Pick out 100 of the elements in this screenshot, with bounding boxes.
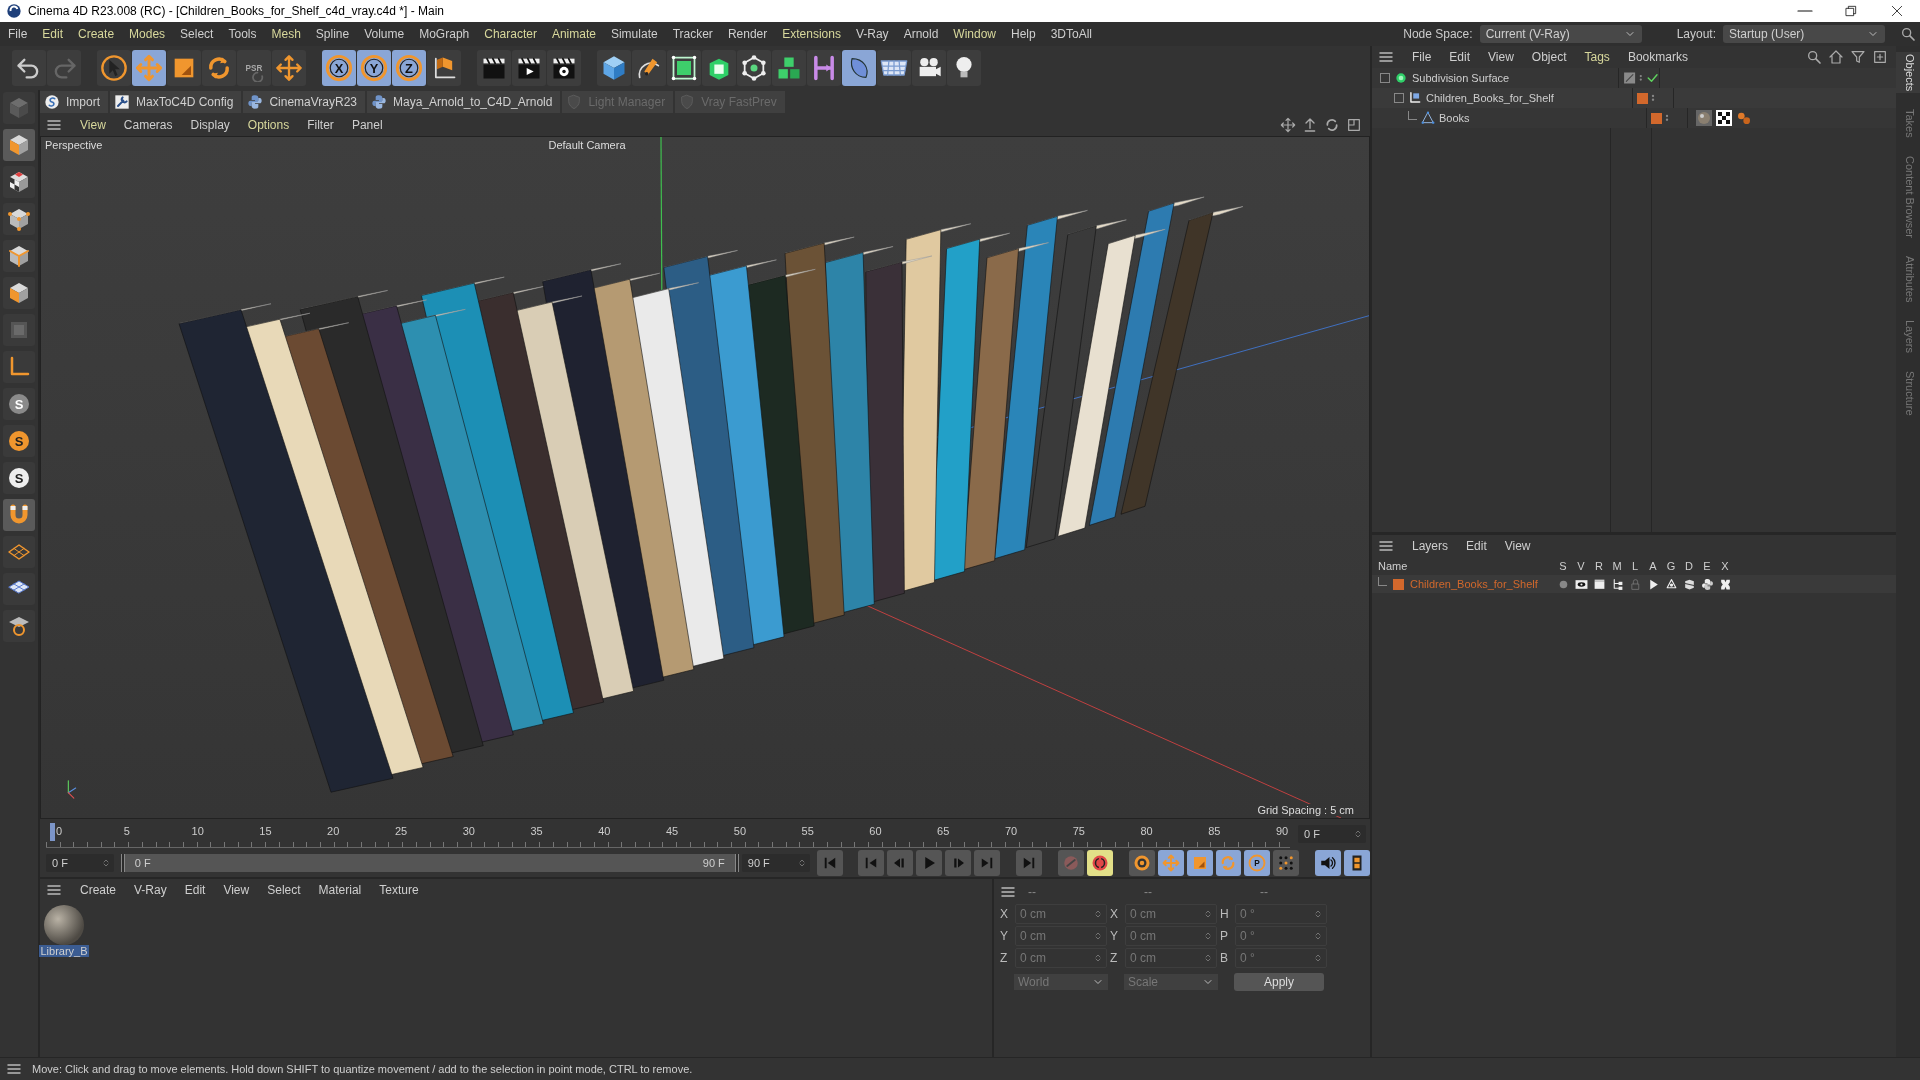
dots-button[interactable] — [1273, 850, 1300, 876]
rotate-button[interactable] — [202, 50, 236, 86]
end-frame-field[interactable]: 90 F — [741, 854, 810, 872]
new-window-icon[interactable] — [1872, 49, 1888, 65]
menu-icon[interactable] — [1378, 49, 1394, 65]
undo-button[interactable] — [12, 50, 46, 86]
cube-button[interactable] — [597, 50, 631, 86]
xref-icon[interactable] — [1718, 577, 1732, 591]
extrude-cube-button[interactable] — [702, 50, 736, 86]
pan-icon[interactable] — [1280, 117, 1296, 133]
keyset-button[interactable] — [1128, 850, 1155, 876]
playhead[interactable] — [50, 822, 55, 841]
workplane-button[interactable] — [3, 536, 35, 568]
material-menu-item[interactable]: Texture — [379, 883, 419, 897]
viewport-menu-item[interactable]: Options — [247, 118, 290, 132]
collapse-box[interactable] — [1394, 93, 1404, 103]
sound-button[interactable] — [1315, 850, 1342, 876]
next-key-button[interactable] — [974, 850, 1001, 876]
light-bulb-button[interactable] — [947, 50, 981, 86]
menu-item[interactable]: Tracker — [672, 27, 713, 41]
grid-snap-button[interactable] — [3, 610, 35, 642]
stacked-cubes-button[interactable] — [772, 50, 806, 86]
maximize-view-icon[interactable] — [1346, 117, 1362, 133]
material-menu-item[interactable]: V-Ray — [134, 883, 167, 897]
menu-item[interactable]: Arnold — [903, 27, 939, 41]
scale-button[interactable] — [1186, 850, 1213, 876]
prev-key-button[interactable] — [858, 850, 885, 876]
zoom-icon[interactable] — [1302, 117, 1318, 133]
film-button[interactable] — [1344, 850, 1371, 876]
add-button[interactable] — [272, 50, 306, 86]
menu-item[interactable]: Mesh — [271, 27, 301, 41]
column-header[interactable]: R — [1590, 560, 1608, 572]
material-menu-item[interactable]: Material — [318, 883, 362, 897]
generator-icon[interactable] — [1664, 577, 1678, 591]
axis-mode-button[interactable] — [3, 351, 35, 383]
object-name[interactable]: Books — [1439, 112, 1470, 124]
side-tab[interactable]: Objects — [1896, 52, 1920, 94]
viewport-menu-item[interactable]: Cameras — [123, 118, 173, 132]
points-mode-button[interactable] — [3, 203, 35, 235]
material-menu-item[interactable]: Create — [80, 883, 117, 897]
coordinate-button[interactable] — [427, 50, 461, 86]
floor-grid-button[interactable] — [877, 50, 911, 86]
render-button[interactable] — [512, 50, 546, 86]
object-menu-item[interactable]: File — [1412, 50, 1432, 64]
layer-swatch[interactable] — [1637, 92, 1648, 104]
vray-tag-icon[interactable] — [1736, 110, 1752, 126]
object-menu-item[interactable]: Edit — [1449, 50, 1471, 64]
menu-item[interactable]: Volume — [364, 27, 405, 41]
camera-button[interactable] — [912, 50, 946, 86]
viewport[interactable]: Perspective Default Camera Grid Spacing : 5 cm — [40, 136, 1370, 819]
menu-item[interactable]: Window — [953, 27, 996, 41]
play-button[interactable] — [916, 850, 943, 876]
texture-mode-button[interactable] — [3, 166, 35, 198]
checkmark-icon[interactable] — [1645, 71, 1659, 85]
bend-deformer-button[interactable] — [807, 50, 841, 86]
viewport-menu-item[interactable]: View — [80, 118, 106, 132]
start-frame-field[interactable]: 0 F — [46, 854, 114, 872]
column-header[interactable]: S — [1554, 560, 1572, 572]
prev-frame-button[interactable] — [887, 850, 914, 876]
column-header[interactable]: L — [1626, 560, 1644, 572]
object-name[interactable]: Subdivision Surface — [1412, 72, 1510, 84]
search-icon[interactable] — [1806, 49, 1822, 65]
edges-mode-button[interactable] — [3, 240, 35, 272]
column-header[interactable]: M — [1608, 560, 1626, 572]
apply-button[interactable]: Apply — [1234, 973, 1324, 991]
grid-button[interactable] — [3, 573, 35, 605]
object-menu-item[interactable]: Bookmarks — [1627, 50, 1688, 64]
column-header[interactable]: V — [1572, 560, 1590, 572]
menu-item[interactable]: Animate — [551, 27, 596, 41]
menu-icon[interactable] — [1378, 538, 1394, 554]
plugin-button[interactable]: CinemaVrayR23 — [243, 91, 365, 113]
layout-dropdown[interactable]: Startup (User) — [1723, 25, 1885, 43]
material-name[interactable]: Library_B — [39, 945, 89, 957]
layer-menu-item[interactable]: Layers — [1412, 539, 1449, 553]
collapse-box[interactable] — [1380, 73, 1390, 83]
menu-item[interactable]: Simulate — [610, 27, 658, 41]
column-header[interactable]: X — [1716, 560, 1734, 572]
object-menu-item[interactable]: Tags — [1584, 50, 1610, 64]
clapperboard-button[interactable] — [477, 50, 511, 86]
plugin-button[interactable]: Maya_Arnold_to_C4D_Arnold — [367, 91, 561, 113]
menu-item[interactable]: Spline — [315, 27, 350, 41]
layer-color-swatch[interactable] — [1393, 578, 1404, 590]
next-frame-button[interactable] — [945, 850, 972, 876]
object-name[interactable]: Children_Books_for_Shelf — [1426, 92, 1554, 104]
current-frame-field[interactable]: 0 F — [1298, 825, 1366, 843]
first-button[interactable] — [816, 850, 843, 876]
layer-swatch[interactable] — [1651, 112, 1662, 124]
menu-item[interactable]: Extensions — [782, 27, 841, 41]
layer-menu-item[interactable]: View — [1504, 539, 1531, 553]
menu-item[interactable]: 3DToAll — [1050, 27, 1093, 41]
hexagon-cloner-button[interactable] — [737, 50, 771, 86]
viewport-menu-item[interactable]: Display — [190, 118, 230, 132]
menu-item[interactable]: Select — [180, 27, 214, 41]
menu-item[interactable]: Edit — [42, 27, 64, 41]
menu-item[interactable]: Render — [727, 27, 768, 41]
eye-icon[interactable] — [1574, 577, 1588, 591]
cursor-button[interactable] — [97, 50, 131, 86]
menu-item[interactable]: Help — [1011, 27, 1036, 41]
menu-item[interactable]: MoGraph — [419, 27, 470, 41]
menu-item[interactable]: Create — [78, 27, 115, 41]
